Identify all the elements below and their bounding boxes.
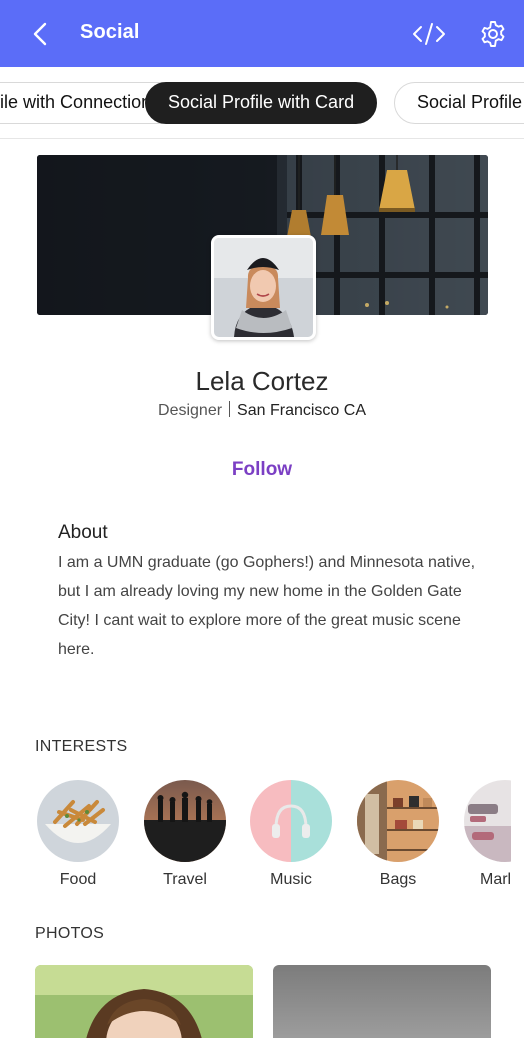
interest-label: Bags: [379, 871, 417, 888]
interest-label: Marl: [480, 871, 511, 888]
profile-subtitle: Designer San Francisco CA: [0, 401, 524, 420]
interest-item-music[interactable]: Music: [250, 780, 332, 889]
chevron-left-icon[interactable]: [26, 19, 56, 49]
tab-social-profile[interactable]: Social Profile: [394, 82, 524, 124]
about-text: I am a UMN graduate (go Gophers!) and Mi…: [58, 554, 476, 658]
interests-heading: INTERESTS: [35, 738, 128, 755]
interest-label: Music: [270, 871, 312, 888]
interest-item-travel[interactable]: Travel: [144, 780, 226, 889]
photo-item[interactable]: [35, 965, 253, 1038]
food-image: [37, 780, 119, 862]
interest-item-food[interactable]: Food: [37, 780, 119, 889]
gear-icon[interactable]: [478, 19, 508, 49]
photo-item[interactable]: [273, 965, 491, 1038]
app-bar: Social: [0, 0, 524, 67]
interest-item-bags[interactable]: Bags: [357, 780, 439, 889]
music-image: [250, 780, 332, 862]
follow-button[interactable]: Follow: [0, 459, 524, 481]
code-icon[interactable]: [412, 19, 446, 49]
interest-label: Travel: [163, 871, 207, 888]
about-heading: About: [58, 522, 108, 543]
photos-heading: PHOTOS: [35, 925, 105, 942]
profile-role: Designer: [158, 402, 223, 419]
app-bar-title: Social: [80, 21, 140, 43]
tab-bar: Social Profile with Connections Social P…: [0, 67, 524, 139]
interest-clip: Marl: [464, 780, 511, 910]
bags-image: [357, 780, 439, 862]
profile-location: San Francisco CA: [237, 402, 366, 419]
tab-social-profile-with-card[interactable]: Social Profile with Card: [145, 82, 378, 124]
interest-item-marl[interactable]: Marl: [464, 780, 511, 889]
avatar: [211, 235, 316, 340]
interest-label: Food: [59, 871, 97, 888]
travel-image: [144, 780, 226, 862]
divider: [229, 401, 231, 417]
makeup-image: [464, 780, 511, 862]
profile-name: Lela Cortez: [195, 366, 329, 396]
